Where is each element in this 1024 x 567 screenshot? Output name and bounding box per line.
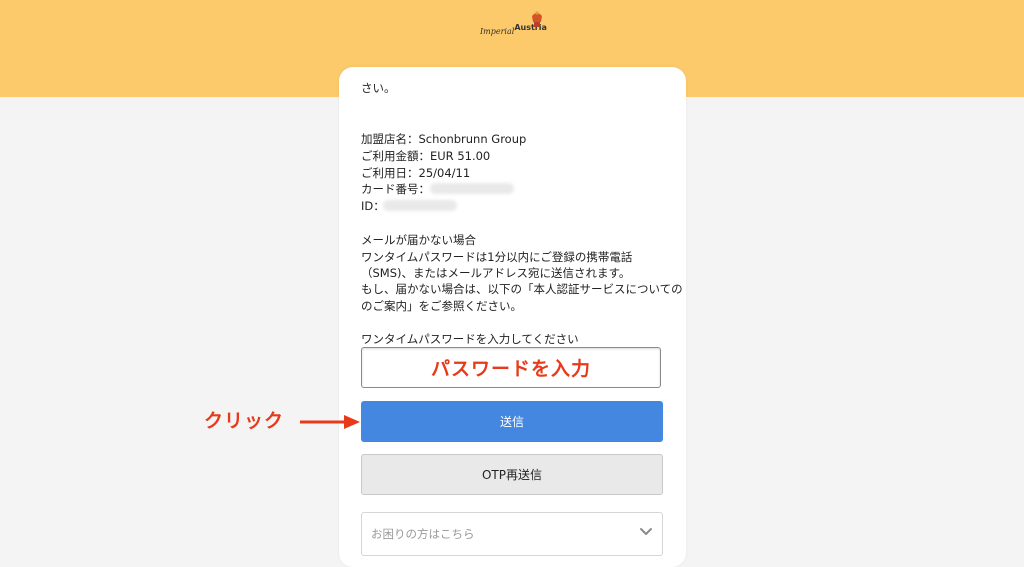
notice-line-4: のご案内」をご参照ください。 <box>361 299 522 313</box>
notice-line-3: もし、届かない場合は、以下の「本人認証サービスについての <box>361 282 683 296</box>
intro-text: さい。 <box>361 81 396 95</box>
merchant-name: 加盟店名：Schonbrunn Group <box>361 132 527 146</box>
crest-icon <box>532 11 542 27</box>
notice-line-2: （SMS)、またはメールアドレス宛に送信されます。 <box>361 266 631 280</box>
usage-date: ご利用日：25/04/11 <box>361 166 471 180</box>
notice-heading: メールが届かない場合 <box>361 233 476 247</box>
id-redacted <box>383 200 457 211</box>
help-dropdown-label: お困りの方はこちら <box>371 527 475 541</box>
help-dropdown[interactable]: お困りの方はこちら <box>361 512 663 556</box>
resend-otp-label: OTP再送信 <box>481 468 542 482</box>
brand-logo: ImperialAustria <box>480 8 550 40</box>
card-number-redacted <box>430 183 514 194</box>
click-hint-annotation: クリック <box>204 410 285 432</box>
otp-prompt: ワンタイムパスワードを入力してください <box>361 332 579 346</box>
submit-button-label: 送信 <box>499 415 524 429</box>
arrow-right-icon <box>300 415 360 429</box>
amount: ご利用金額：EUR 51.00 <box>361 149 491 163</box>
card-number-label: カード番号： <box>361 182 430 196</box>
otp-input[interactable]: パスワードを入力 <box>361 347 661 388</box>
submit-button[interactable]: 送信 <box>361 401 663 442</box>
id-label: ID： <box>361 199 385 213</box>
notice-line-1: ワンタイムパスワードは1分以内にご登録の携帯電話 <box>361 250 633 264</box>
input-hint-annotation: パスワードを入力 <box>430 358 591 380</box>
chevron-down-icon <box>640 528 652 535</box>
resend-otp-button[interactable]: OTP再送信 <box>361 454 663 495</box>
